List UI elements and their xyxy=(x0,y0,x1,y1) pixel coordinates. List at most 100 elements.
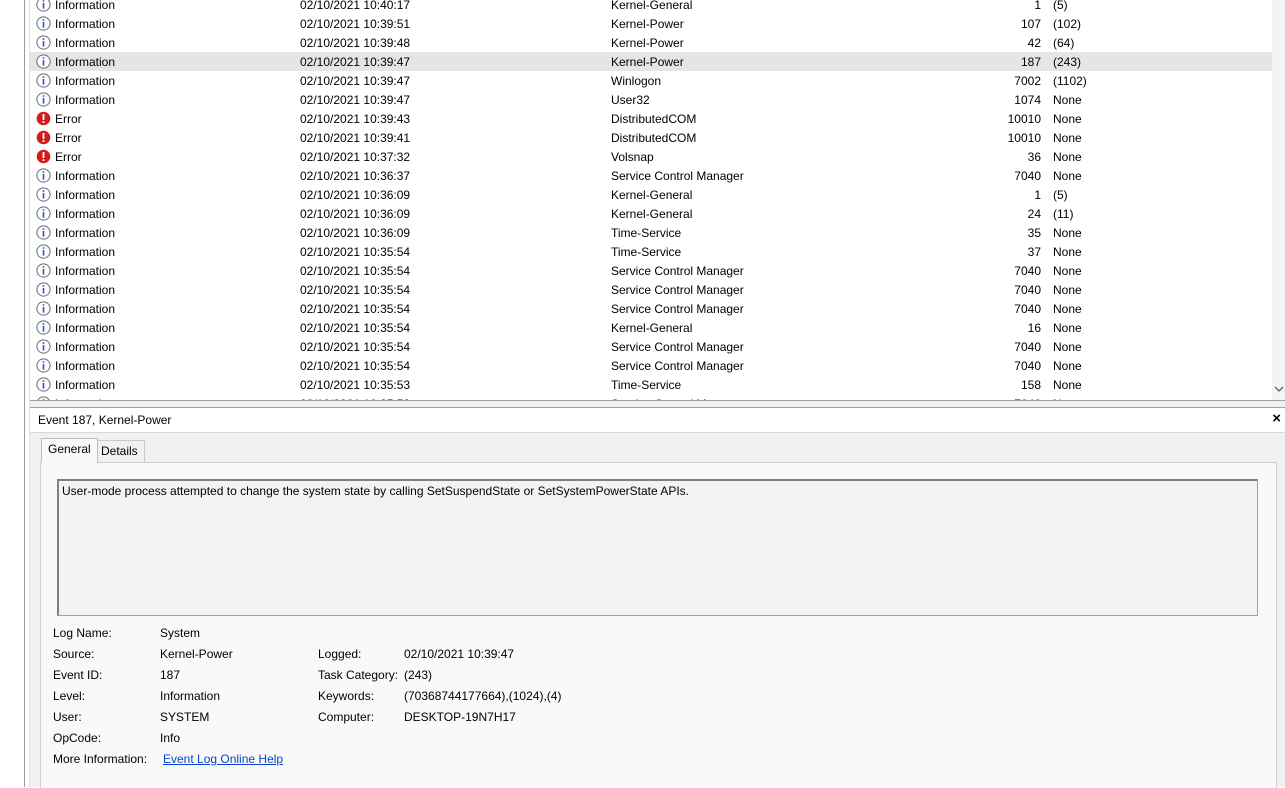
info-icon xyxy=(36,320,51,335)
event-level: Error xyxy=(55,150,82,164)
user-value: SYSTEM xyxy=(160,710,210,724)
event-list[interactable]: Information 02/10/2021 10:40:17 Kernel-Gen… xyxy=(30,0,1272,400)
event-row[interactable]: Information 02/10/2021 10:35:54 Service Co… xyxy=(30,280,1272,299)
tab-details[interactable]: Details xyxy=(94,440,145,462)
event-row[interactable]: Information 02/10/2021 10:39:51 Kernel-Pow… xyxy=(30,14,1272,33)
event-row[interactable]: Information 02/10/2021 10:35:54 Service Co… xyxy=(30,261,1272,280)
detail-header: Event 187, Kernel-Power × xyxy=(30,408,1285,433)
event-level: Information xyxy=(55,264,116,278)
event-row[interactable]: Information 02/10/2021 10:36:37 Service Co… xyxy=(30,166,1272,185)
event-description[interactable]: User-mode process attempted to change th… xyxy=(57,479,1258,616)
opcode-label: OpCode: xyxy=(53,731,102,745)
event-task-category: (243) xyxy=(1053,55,1082,69)
event-row[interactable]: Error 02/10/2021 10:37:32 Volsnap 36 None xyxy=(30,147,1272,166)
info-icon xyxy=(36,16,51,31)
logged-label: Logged: xyxy=(318,647,362,661)
info-icon xyxy=(36,301,51,316)
event-source: User32 xyxy=(611,93,650,107)
event-row[interactable]: Information 02/10/2021 10:39:47 Winlogon 70… xyxy=(30,71,1272,90)
event-source: Time-Service xyxy=(611,378,682,392)
event-log-online-help-link[interactable]: Event Log Online Help xyxy=(163,752,283,766)
event-id: 10010 xyxy=(1007,131,1041,145)
event-source: Kernel-General xyxy=(611,188,693,202)
error-icon xyxy=(36,130,51,145)
event-level: Information xyxy=(55,207,116,221)
vertical-scrollbar[interactable] xyxy=(1272,0,1285,400)
event-date: 02/10/2021 10:39:47 xyxy=(300,93,411,107)
tab-general[interactable]: General xyxy=(41,438,98,463)
event-source: Volsnap xyxy=(611,150,654,164)
event-date: 02/10/2021 10:35:54 xyxy=(300,302,411,316)
event-level: Information xyxy=(55,55,116,69)
info-icon xyxy=(36,35,51,50)
event-row[interactable]: Information 02/10/2021 10:36:09 Kernel-Gen… xyxy=(30,204,1272,223)
opcode-value: Info xyxy=(160,731,181,745)
event-id: 7002 xyxy=(1014,74,1041,88)
event-row[interactable]: Information 02/10/2021 10:35:53 Time-Servi… xyxy=(30,375,1272,394)
event-level: Information xyxy=(55,188,116,202)
event-level: Information xyxy=(55,245,116,259)
event-id: 107 xyxy=(1020,17,1041,31)
event-row[interactable]: Information 02/10/2021 10:36:09 Time-Servi… xyxy=(30,223,1272,242)
event-task-category: None xyxy=(1053,283,1082,297)
event-row[interactable]: Information 02/10/2021 10:35:54 Service Co… xyxy=(30,337,1272,356)
event-id: 7040 xyxy=(1014,340,1041,354)
event-date: 02/10/2021 10:35:54 xyxy=(300,359,411,373)
event-task-category: (64) xyxy=(1053,36,1075,50)
event-id: 187 xyxy=(1020,55,1041,69)
event-id: 36 xyxy=(1027,150,1041,164)
left-border xyxy=(24,0,25,787)
event-row[interactable]: Information 02/10/2021 10:39:48 Kernel-Pow… xyxy=(30,33,1272,52)
error-icon xyxy=(36,111,51,126)
info-icon xyxy=(36,206,51,221)
event-row[interactable]: Information 02/10/2021 10:35:54 Kernel-Gen… xyxy=(30,318,1272,337)
log-name-value: System xyxy=(160,626,201,640)
scroll-down-icon[interactable] xyxy=(1274,383,1284,395)
event-level: Error xyxy=(55,112,82,126)
event-date: 02/10/2021 10:35:54 xyxy=(300,245,411,259)
event-task-category: (5) xyxy=(1053,0,1068,12)
keywords-label: Keywords: xyxy=(318,689,375,703)
event-row[interactable]: Information 02/10/2021 10:35:54 Service Co… xyxy=(30,356,1272,375)
event-task-category: None xyxy=(1053,150,1082,164)
event-task-category: None xyxy=(1053,378,1082,392)
more-info-label: More Information: xyxy=(53,752,148,766)
event-source: Service Control Manager xyxy=(611,340,744,354)
event-date: 02/10/2021 10:40:17 xyxy=(300,0,411,12)
info-icon xyxy=(36,282,51,297)
pane-splitter[interactable] xyxy=(30,400,1285,408)
event-row[interactable]: Information 02/10/2021 10:35:54 Time-Servi… xyxy=(30,242,1272,261)
general-tab-panel: User-mode process attempted to change th… xyxy=(40,462,1277,788)
event-id: 1074 xyxy=(1014,93,1041,107)
event-date: 02/10/2021 10:36:37 xyxy=(300,169,411,183)
event-row[interactable]: Information 02/10/2021 10:40:17 Kernel-Gen… xyxy=(30,0,1272,14)
event-row[interactable]: Error 02/10/2021 10:39:43 DistributedCOM 10… xyxy=(30,109,1272,128)
event-id-value: 187 xyxy=(160,668,181,682)
event-task-category: None xyxy=(1053,226,1082,240)
event-source: Service Control Manager xyxy=(611,264,744,278)
info-icon xyxy=(36,377,51,392)
event-task-category: (102) xyxy=(1053,17,1082,31)
event-row[interactable]: Information 02/10/2021 10:39:47 Kernel-Pow… xyxy=(30,52,1272,71)
event-detail-pane: Event 187, Kernel-Power × General Detail… xyxy=(30,408,1285,788)
close-icon[interactable]: × xyxy=(1272,410,1281,428)
event-row[interactable]: Information 02/10/2021 10:39:47 User32 1074… xyxy=(30,90,1272,109)
event-date: 02/10/2021 10:35:53 xyxy=(300,378,411,392)
event-source: Time-Service xyxy=(611,226,682,240)
info-icon xyxy=(36,73,51,88)
event-level: Information xyxy=(55,0,116,12)
event-row[interactable]: Information 02/10/2021 10:36:09 Kernel-Gen… xyxy=(30,185,1272,204)
event-row[interactable]: Error 02/10/2021 10:39:41 DistributedCOM 10… xyxy=(30,128,1272,147)
error-icon xyxy=(36,149,51,164)
event-row[interactable]: Information 02/10/2021 10:35:54 Service Co… xyxy=(30,299,1272,318)
event-id: 42 xyxy=(1027,36,1041,50)
event-date: 02/10/2021 10:39:51 xyxy=(300,17,411,31)
event-id: 16 xyxy=(1027,321,1041,335)
event-level: Information xyxy=(55,93,116,107)
event-source: Kernel-General xyxy=(611,0,693,12)
event-date: 02/10/2021 10:35:54 xyxy=(300,264,411,278)
event-id: 158 xyxy=(1020,378,1041,392)
event-level: Information xyxy=(55,17,116,31)
event-date: 02/10/2021 10:39:41 xyxy=(300,131,411,145)
event-task-category: None xyxy=(1053,169,1082,183)
